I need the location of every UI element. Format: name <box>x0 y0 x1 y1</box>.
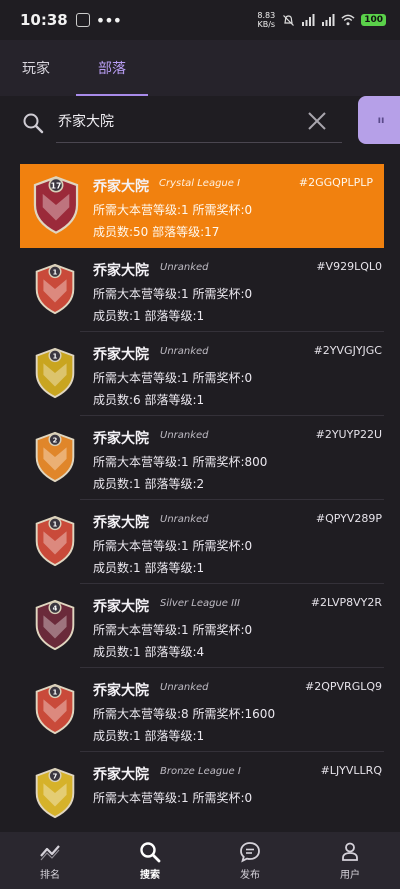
clan-level-text: 7 <box>53 773 58 781</box>
battery-icon: 100 <box>361 14 386 26</box>
nav-label: 发布 <box>240 869 260 881</box>
clan-league: Unranked <box>160 262 209 273</box>
clan-name: 乔家大院 <box>93 515 149 531</box>
clan-list: 17 乔家大院 Crystal League I #2GGQPLPLP 所需大本… <box>0 164 400 836</box>
nav-search[interactable]: 搜索 <box>100 832 200 889</box>
clan-tag: #LJYVLLRQ <box>320 764 382 777</box>
tab-players[interactable]: 玩家 <box>0 40 72 96</box>
clan-requirements: 所需大本营等级:1 所需奖杯:0 <box>93 371 253 385</box>
clan-level-text: 4 <box>53 605 58 613</box>
clan-level-text: 2 <box>53 437 58 445</box>
clan-requirements: 所需大本营等级:1 所需奖杯:0 <box>93 539 253 553</box>
mute-icon <box>281 13 295 27</box>
clan-level-text: 1 <box>53 269 58 277</box>
more-dots-icon: ••• <box>95 10 122 30</box>
clan-tag: #V929LQL0 <box>316 260 382 273</box>
clan-tag: #2YVGJYJGC <box>313 344 382 357</box>
clan-league: Unranked <box>160 346 209 357</box>
status-time: 10:38 <box>20 11 68 29</box>
clan-members: 成员数:1 部落等级:2 <box>93 477 205 491</box>
nav-user[interactable]: 用户 <box>300 832 400 889</box>
bottom-nav: 排名 搜索 发布 用户 <box>0 832 400 889</box>
clan-name: 乔家大院 <box>93 599 149 615</box>
nav-publish[interactable]: 发布 <box>200 832 300 889</box>
search-icon <box>23 113 44 134</box>
signal-icon <box>301 13 315 27</box>
clan-list-item[interactable]: 7 乔家大院 Bronze League I #LJYVLLRQ 所需大本营等级… <box>0 752 400 836</box>
clan-level-text: 1 <box>53 689 58 697</box>
floating-handle-button[interactable]: ıı <box>358 96 400 144</box>
clan-badge-icon: 1 <box>35 263 75 315</box>
clan-requirements: 所需大本营等级:8 所需奖杯:1600 <box>93 707 276 721</box>
nav-label: 用户 <box>340 869 360 881</box>
clan-list-item[interactable]: 1 乔家大院 Unranked #QPYV289P 所需大本营等级:1 所需奖杯… <box>0 500 400 584</box>
clan-badge-icon: 2 <box>35 431 75 483</box>
status-bar: 10:38 ••• 8.83 KB/s 100 <box>0 0 400 40</box>
clan-requirements: 所需大本营等级:1 所需奖杯:0 <box>93 287 253 301</box>
net-speed: 8.83 KB/s <box>257 11 276 29</box>
user-icon <box>342 842 358 861</box>
clan-badge-icon: 1 <box>35 347 75 399</box>
gallery-icon <box>75 13 90 27</box>
clan-badge-icon: 17 <box>33 176 79 234</box>
clan-name: 乔家大院 <box>93 767 149 783</box>
clan-members: 成员数:50 部落等级:17 <box>93 225 220 239</box>
clan-league: Unranked <box>160 514 209 525</box>
clan-level-text: 1 <box>53 353 58 361</box>
clan-tag: #2QPVRGLQ9 <box>305 680 382 693</box>
clan-list-item[interactable]: 2 乔家大院 Unranked #2YUYP22U 所需大本营等级:1 所需奖杯… <box>0 416 400 500</box>
clan-badge-icon: 1 <box>35 515 75 567</box>
clan-name: 乔家大院 <box>93 179 149 195</box>
search-input[interactable] <box>58 108 288 134</box>
clan-list-item[interactable]: 1 乔家大院 Unranked #V929LQL0 所需大本营等级:1 所需奖杯… <box>0 248 400 332</box>
tab-clans[interactable]: 部落 <box>76 40 148 96</box>
search-underline <box>56 142 342 143</box>
clan-name: 乔家大院 <box>93 431 149 447</box>
clan-requirements: 所需大本营等级:1 所需奖杯:800 <box>93 455 268 469</box>
signal-icon-2 <box>321 13 335 27</box>
clan-league: Unranked <box>160 682 209 693</box>
close-icon[interactable] <box>306 110 328 132</box>
clan-list-item[interactable]: 1 乔家大院 Unranked #2YVGJYJGC 所需大本营等级:1 所需奖… <box>0 332 400 416</box>
clan-requirements: 所需大本营等级:1 所需奖杯:0 <box>93 791 253 805</box>
clan-tag: #2LVP8VY2R <box>310 596 382 609</box>
clan-requirements: 所需大本营等级:1 所需奖杯:0 <box>93 623 253 637</box>
clan-tag: #2YUYP22U <box>315 428 382 441</box>
clan-league: Crystal League I <box>159 178 241 189</box>
clan-requirements: 所需大本营等级:1 所需奖杯:0 <box>93 203 253 217</box>
clan-members: 成员数:1 部落等级:1 <box>93 561 205 575</box>
clan-badge-icon: 4 <box>35 599 75 651</box>
chat-icon <box>240 841 260 863</box>
clan-list-item[interactable]: 17 乔家大院 Crystal League I #2GGQPLPLP 所需大本… <box>20 164 384 248</box>
search-icon <box>140 841 161 862</box>
wifi-icon <box>341 13 355 27</box>
clan-name: 乔家大院 <box>93 683 149 699</box>
nav-ranking[interactable]: 排名 <box>0 832 100 889</box>
clan-list-item[interactable]: 4 乔家大院 Silver League III #2LVP8VY2R 所需大本… <box>0 584 400 668</box>
ranking-icon <box>40 844 60 860</box>
clan-badge-icon: 1 <box>35 683 75 735</box>
clan-level-text: 17 <box>51 181 62 190</box>
clan-league: Bronze League I <box>160 766 241 777</box>
clan-level-text: 1 <box>53 521 58 529</box>
clan-members: 成员数:1 部落等级:4 <box>93 645 205 659</box>
nav-label: 排名 <box>40 869 60 881</box>
clan-league: Unranked <box>160 430 209 441</box>
clan-name: 乔家大院 <box>93 347 149 363</box>
clan-league: Silver League III <box>160 598 240 609</box>
clan-tag: #2GGQPLPLP <box>298 176 373 189</box>
clan-list-item[interactable]: 1 乔家大院 Unranked #2QPVRGLQ9 所需大本营等级:8 所需奖… <box>0 668 400 752</box>
clan-badge-icon: 7 <box>35 767 75 819</box>
clan-members: 成员数:1 部落等级:1 <box>93 729 205 743</box>
tab-bar: 玩家 部落 <box>0 40 400 96</box>
clan-tag: #QPYV289P <box>315 512 382 525</box>
clan-members: 成员数:6 部落等级:1 <box>93 393 205 407</box>
clan-members: 成员数:1 部落等级:1 <box>93 309 205 323</box>
nav-label: 搜索 <box>140 869 160 881</box>
clan-name: 乔家大院 <box>93 263 149 279</box>
search-bar <box>0 96 400 152</box>
